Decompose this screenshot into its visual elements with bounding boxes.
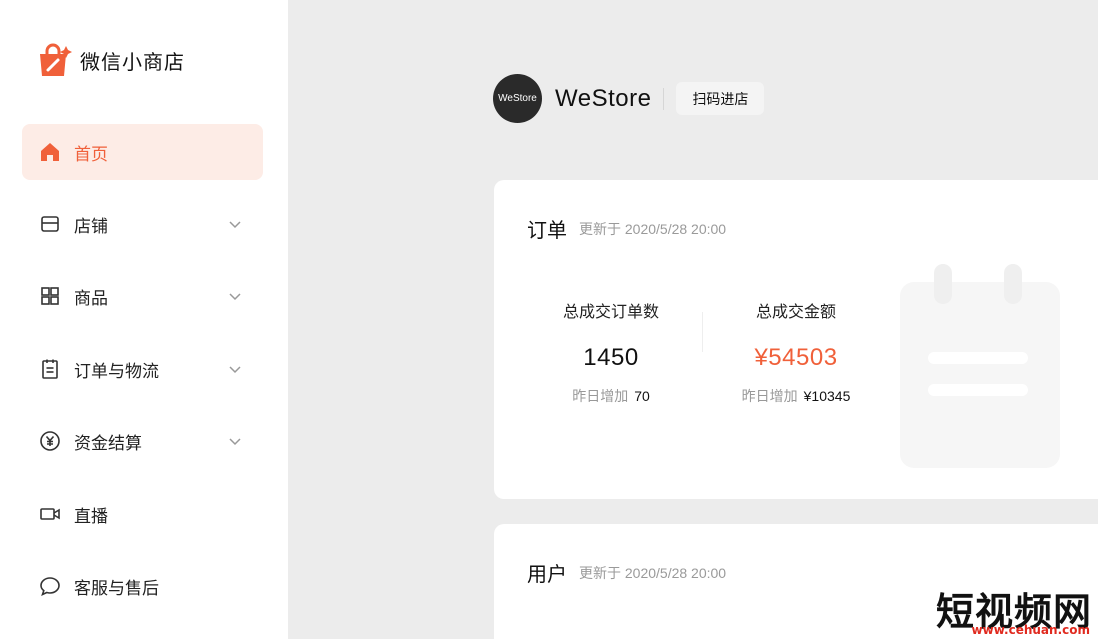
scan-to-enter-button[interactable]: 扫码进店 (676, 82, 765, 115)
sidebar-item-live[interactable]: 直播 (22, 486, 263, 542)
video-icon (38, 502, 62, 526)
orders-card: 订单 更新于 2020/5/28 20:00 总成交订单数 1450 昨日增加 7… (494, 180, 1098, 499)
store-header: WeStore WeStore 扫码进店 (493, 74, 765, 123)
sidebar-item-label: 直播 (74, 506, 108, 526)
updated-time: 更新于 2020/5/28 20:00 (579, 565, 727, 581)
grid-icon (38, 284, 62, 308)
chat-icon (38, 574, 62, 598)
main-content: WeStore WeStore 扫码进店 订单 更新于 2020/5/28 20… (288, 0, 1098, 639)
avatar-text: WeStore (498, 93, 537, 104)
stat-sub-label: 昨日增加 (572, 388, 629, 404)
sidebar-item-service[interactable]: 客服与售后 (22, 558, 263, 614)
stat-order-amount: 总成交金额 ¥54503 昨日增加 ¥10345 (696, 298, 896, 406)
sidebar-item-home[interactable]: 首页 (22, 124, 263, 180)
sidebar-item-label: 资金结算 (74, 433, 142, 453)
stat-increase: 昨日增加 ¥10345 (696, 386, 896, 406)
notepad-illustration (900, 264, 1060, 468)
chevron-down-icon (229, 293, 241, 301)
sidebar-item-finance[interactable]: 资金结算 (22, 413, 263, 469)
stat-label: 总成交金额 (755, 304, 836, 321)
home-icon (38, 140, 62, 164)
brand: 微信小商店 (36, 42, 185, 78)
stat-label: 总成交订单数 (562, 304, 659, 321)
shopping-bag-icon (40, 43, 72, 76)
sidebar-item-orders[interactable]: 订单与物流 (22, 341, 263, 397)
sidebar: 微信小商店 首页 店铺 商品 订单与物流 资金结算 直播 客服与售后 (0, 0, 288, 639)
stat-increase: 昨日增加 70 (511, 386, 711, 406)
stat-sub-value: ¥10345 (803, 388, 851, 404)
stat-order-count: 总成交订单数 1450 昨日增加 70 (511, 298, 711, 406)
store-icon (38, 212, 62, 236)
clipboard-icon (38, 357, 62, 381)
stat-sub-label: 昨日增加 (741, 388, 798, 404)
watermark: 短视频网 www.cehuan.com (908, 577, 1098, 639)
card-title: 用户 (527, 564, 567, 586)
sidebar-item-products[interactable]: 商品 (22, 268, 263, 324)
chevron-down-icon (229, 221, 241, 229)
stat-value: ¥54503 (754, 344, 838, 371)
store-name: WeStore (555, 84, 652, 112)
sidebar-item-label: 客服与售后 (74, 578, 159, 598)
stat-value: 1450 (583, 344, 639, 371)
sidebar-item-label: 店铺 (74, 216, 108, 236)
chevron-down-icon (229, 366, 241, 374)
updated-time: 更新于 2020/5/28 20:00 (579, 221, 727, 237)
sidebar-item-store[interactable]: 店铺 (22, 196, 263, 252)
avatar: WeStore (493, 74, 542, 123)
card-title: 订单 (527, 220, 567, 242)
app-title: 微信小商店 (80, 51, 185, 74)
sidebar-item-label: 订单与物流 (74, 361, 159, 381)
yuan-icon (38, 429, 62, 453)
sidebar-item-label: 商品 (74, 288, 108, 308)
watermark-url: www.cehuan.com (971, 623, 1090, 637)
chevron-down-icon (229, 438, 241, 446)
divider (663, 87, 665, 110)
sidebar-item-label: 首页 (74, 144, 108, 164)
stat-sub-value: 70 (634, 388, 650, 404)
